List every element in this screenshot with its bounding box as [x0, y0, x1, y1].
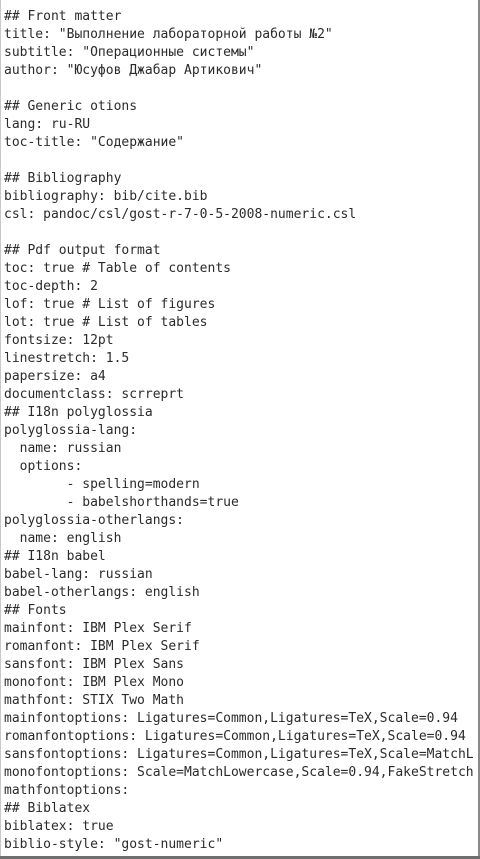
code-line[interactable]: biblatex: true	[4, 818, 478, 836]
code-line[interactable]: polyglossia-lang:	[4, 422, 478, 440]
code-line[interactable]: toc-depth: 2	[4, 278, 478, 296]
code-line[interactable]: documentclass: scrreprt	[4, 386, 478, 404]
code-content[interactable]: ## Front matter title: "Выполнение лабора…	[4, 8, 478, 854]
code-line[interactable]: subtitle: "Операционные системы"	[4, 44, 478, 62]
code-line[interactable]: lof: true # List of figures	[4, 296, 478, 314]
editor-left-border	[0, 0, 1, 859]
code-line[interactable]: title: "Выполнение лабораторной работы №…	[4, 26, 478, 44]
code-line[interactable]: romanfontoptions: Ligatures=Common,Ligat…	[4, 728, 478, 746]
code-line[interactable]: csl: pandoc/csl/gost-r-7-0-5-2008-numeri…	[4, 206, 478, 224]
code-line[interactable]: ## Biblatex	[4, 800, 478, 818]
code-line[interactable]: mainfontoptions: Ligatures=Common,Ligatu…	[4, 710, 478, 728]
code-line[interactable]: babel-otherlangs: english	[4, 584, 478, 602]
code-line[interactable]: toc: true # Table of contents	[4, 260, 478, 278]
code-line[interactable]: - babelshorthands=true	[4, 494, 478, 512]
code-line[interactable]: papersize: a4	[4, 368, 478, 386]
text-editor[interactable]: ## Front matter title: "Выполнение лабора…	[0, 0, 480, 859]
code-line[interactable]: romanfont: IBM Plex Serif	[4, 638, 478, 656]
code-line[interactable]: sansfontoptions: Ligatures=Common,Ligatu…	[4, 746, 478, 764]
code-line[interactable]: monofont: IBM Plex Mono	[4, 674, 478, 692]
code-line[interactable]: options:	[4, 458, 478, 476]
code-line[interactable]	[4, 224, 478, 242]
code-line[interactable]: - spelling=modern	[4, 476, 478, 494]
code-line[interactable]: lot: true # List of tables	[4, 314, 478, 332]
code-line[interactable]: name: english	[4, 530, 478, 548]
code-line[interactable]: ## I18n polyglossia	[4, 404, 478, 422]
code-line[interactable]: bibliography: bib/cite.bib	[4, 188, 478, 206]
code-line[interactable]: babel-lang: russian	[4, 566, 478, 584]
code-line[interactable]: name: russian	[4, 440, 478, 458]
code-line[interactable]: mainfont: IBM Plex Serif	[4, 620, 478, 638]
code-line[interactable]: ## Generic otions	[4, 98, 478, 116]
code-line[interactable]	[4, 152, 478, 170]
code-line[interactable]: toc-title: "Содержание"	[4, 134, 478, 152]
code-line[interactable]: polyglossia-otherlangs:	[4, 512, 478, 530]
code-line[interactable]: biblio-style: "gost-numeric"	[4, 836, 478, 854]
code-line[interactable]: ## Pdf output format	[4, 242, 478, 260]
code-line[interactable]: linestretch: 1.5	[4, 350, 478, 368]
code-line[interactable]: lang: ru-RU	[4, 116, 478, 134]
code-line[interactable]: ## Fonts	[4, 602, 478, 620]
code-line[interactable]: sansfont: IBM Plex Sans	[4, 656, 478, 674]
code-line[interactable]: fontsize: 12pt	[4, 332, 478, 350]
code-line[interactable]: ## Front matter	[4, 8, 478, 26]
code-line[interactable]: monofontoptions: Scale=MatchLowercase,Sc…	[4, 764, 478, 782]
code-line[interactable]: mathfont: STIX Two Math	[4, 692, 478, 710]
code-line[interactable]: ## Bibliography	[4, 170, 478, 188]
code-line[interactable]	[4, 80, 478, 98]
code-line[interactable]: mathfontoptions:	[4, 782, 478, 800]
code-line[interactable]: author: "Юсуфов Джабар Артикович"	[4, 62, 478, 80]
code-line[interactable]: ## I18n babel	[4, 548, 478, 566]
